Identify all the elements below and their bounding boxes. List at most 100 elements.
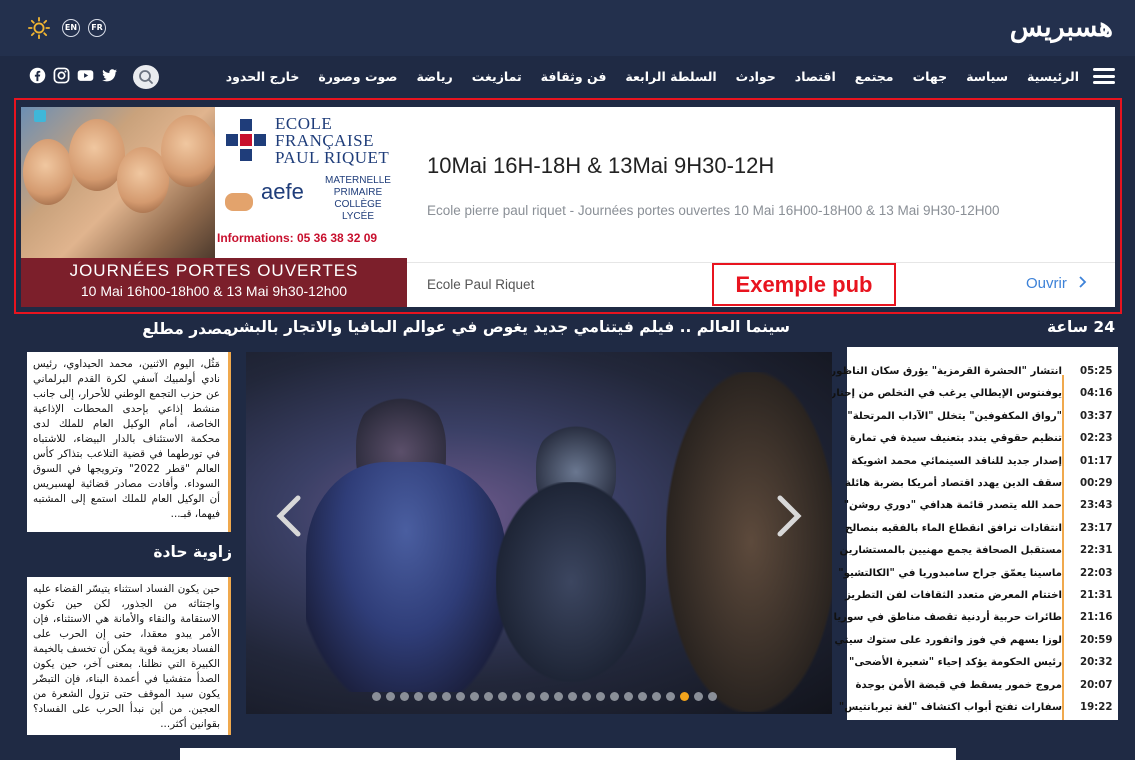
angle-box[interactable]: حين يكون الفساد استثناء يتيسّر القضاء عل… [27,577,231,735]
news-headline[interactable]: تنظيم حقوقي يندد بتعنيف سيدة في تمارة [850,433,1062,444]
featured-title[interactable]: سينما العالم .. فيلم فيتنامي جديد يغوص ف… [229,318,790,336]
site-logo[interactable]: هسبريس [1010,12,1114,43]
section-title-24h[interactable]: 24 ساعة [1047,318,1115,336]
news-headline[interactable]: مروج خمور يسقط في قبضة الأمن بوجدة [856,680,1063,691]
nav-item-11[interactable]: خارج الحدود [226,69,300,84]
nav-item-0[interactable]: الرئيسية [1027,69,1079,84]
slider-dot[interactable] [568,692,577,701]
news-item[interactable]: 22:31 مستقبل الصحافة يجمع مهنيين بالمستشا… [840,541,1118,563]
slider-prev-arrow-icon[interactable] [274,494,304,538]
adchoices-icon[interactable] [34,110,46,122]
news-item[interactable]: 20:59 لوزا يسهم في فوز واتفورد على ستوك س… [834,631,1118,653]
news-headline[interactable]: "رواق المكفوفين" يتخلل "الآداب المرتحلة" [847,411,1062,422]
nav-item-10[interactable]: صوت وصورة [318,69,397,84]
section-title-source[interactable]: مصدر مطلع [60,320,232,338]
news-headline[interactable]: يوفنتوس الإيطالي يرغب في التخلص من إحتار… [817,388,1062,399]
section-title-angle[interactable]: زاوية حادة [60,543,232,561]
slider-dot[interactable] [540,692,549,701]
news-item[interactable]: 20:32 رئيس الحكومة يؤكد إحياء "شعيرة الأض… [847,653,1118,675]
news-headline[interactable]: لوزا يسهم في فوز واتفورد على ستوك سيتي [834,635,1062,646]
slider-dot[interactable] [652,692,661,701]
angle-box-text: حين يكون الفساد استثناء يتيسّر القضاء عل… [33,583,220,730]
slider-dot[interactable] [470,692,479,701]
ad-banner[interactable]: ECOLE FRANÇAISE PAUL RIQUET aefe MATERNE… [21,107,1115,307]
news-time: 05:25 [1080,366,1113,377]
news-headline[interactable]: سفارات تفتح أبواب اكتشاف "لغة تيربانتيس" [839,702,1062,713]
news-item[interactable]: 04:16 يوفنتوس الإيطالي يرغب في التخلص من … [817,384,1118,406]
news-item[interactable]: 20:07 مروج خمور يسقط في قبضة الأمن بوجدة [847,676,1118,698]
nav-item-9[interactable]: رياضة [416,69,452,84]
news-time: 19:22 [1080,702,1113,713]
slider-dot[interactable] [638,692,647,701]
lang-fr-button[interactable]: FR [88,19,106,37]
twitter-icon[interactable] [101,67,118,84]
ad-title[interactable]: 10Mai 16H-18H & 13Mai 9H30-12H [427,153,774,179]
slider-dot[interactable] [442,692,451,701]
facebook-icon[interactable] [29,67,46,84]
nav-item-2[interactable]: جهات [913,69,948,84]
news-headline[interactable]: انتقادات ترافق انقطاع الماء بالفقيه بنصا… [845,523,1062,534]
slider-dot[interactable] [708,692,717,701]
news-item[interactable]: 19:22 سفارات تفتح أبواب اكتشاف "لغة تيربا… [839,698,1118,720]
slider-dot[interactable] [498,692,507,701]
nav-item-5[interactable]: حوادث [736,69,776,84]
news-headline[interactable]: رئيس الحكومة يؤكد إحياء "شعيرة الأضحى" [849,657,1062,668]
ad-image[interactable]: ECOLE FRANÇAISE PAUL RIQUET aefe MATERNE… [21,107,407,307]
menu-hamburger-icon[interactable] [1093,68,1115,84]
slider-dot[interactable] [414,692,423,701]
bottom-ad-strip[interactable] [180,748,956,760]
ad-open-button[interactable]: Ouvrir [1026,275,1089,292]
featured-slider[interactable] [246,352,832,714]
slider-dot[interactable] [512,692,521,701]
nav-item-6[interactable]: السلطة الرابعة [625,69,716,84]
news-time: 04:16 [1080,388,1113,400]
slide-image[interactable] [246,352,832,714]
news-headline[interactable]: حمد الله يتصدر قائمة هدافي "دوري روشن" [844,500,1062,511]
news-item[interactable]: 21:31 اختتام المعرض متعدد الثقافات لفن ال… [845,586,1118,608]
slider-dot[interactable] [680,692,689,701]
search-button[interactable] [133,65,159,89]
slider-dot[interactable] [596,692,605,701]
slider-dot[interactable] [456,692,465,701]
news-headline[interactable]: طائرات حربية أردنية تقصف مناطق في سوريا [834,612,1062,623]
source-box[interactable]: مَثُل، اليوم الاثنين، محمد الحيداوي، رئي… [27,352,231,532]
slider-dot[interactable] [526,692,535,701]
slider-dot[interactable] [400,692,409,701]
slider-dot[interactable] [554,692,563,701]
news-time: 21:31 [1080,590,1113,601]
news-item[interactable]: 00:29 سقف الدين يهدد اقتصاد أمريكا بضربة … [845,474,1118,496]
instagram-icon[interactable] [53,67,70,84]
slider-dot[interactable] [624,692,633,701]
slider-dot[interactable] [666,692,675,701]
news-item[interactable]: 22:03 ماسينا يعمّق جراح سامبدوريا في "الك… [838,564,1118,586]
slider-dot[interactable] [372,692,381,701]
news-item[interactable]: 01:17 إصدار جديد للناقد السينمائي محمد اش… [847,452,1118,474]
theme-toggle-sun-icon[interactable] [28,17,50,39]
news-headline[interactable]: انتشار "الحشرة القرمزية" يؤرق سكان الناظ… [830,366,1062,377]
slider-dot[interactable] [484,692,493,701]
news-headline[interactable]: سقف الدين يهدد اقتصاد أمريكا بضربة هائلة [845,478,1062,489]
slider-next-arrow-icon[interactable] [774,494,804,538]
news-item[interactable]: 03:37 "رواق المكفوفين" يتخلل "الآداب المر… [847,407,1118,429]
nav-item-8[interactable]: تمازيغت [472,69,522,84]
youtube-icon[interactable] [77,67,94,84]
news-item[interactable]: 23:17 انتقادات ترافق انقطاع الماء بالفقيه… [845,519,1118,541]
news-headline[interactable]: مستقبل الصحافة يجمع مهنيين بالمستشارين [840,545,1063,556]
news-item[interactable]: 05:25 انتشار "الحشرة القرمزية" يؤرق سكان … [830,362,1118,384]
nav-item-4[interactable]: اقتصاد [795,69,836,84]
lang-en-button[interactable]: EN [62,19,80,37]
slider-dot[interactable] [386,692,395,701]
news-item[interactable]: 23:43 حمد الله يتصدر قائمة هدافي "دوري رو… [844,496,1118,518]
news-headline[interactable]: ماسينا يعمّق جراح سامبدوريا في "الكالتشي… [838,568,1062,579]
news-item[interactable]: 02:23 تنظيم حقوقي يندد بتعنيف سيدة في تما… [847,429,1118,451]
nav-item-3[interactable]: مجتمع [855,69,894,84]
nav-item-1[interactable]: سياسة [966,69,1008,84]
news-item[interactable]: 21:16 طائرات حربية أردنية تقصف مناطق في س… [834,608,1118,630]
news-headline[interactable]: اختتام المعرض متعدد الثقافات لفن التطريز [845,590,1062,601]
nav-item-7[interactable]: فن وثقافة [541,69,607,84]
slider-dot[interactable] [428,692,437,701]
news-headline[interactable]: إصدار جديد للناقد السينمائي محمد اشويكة [851,456,1062,467]
slider-dot[interactable] [610,692,619,701]
slider-dot[interactable] [694,692,703,701]
slider-dot[interactable] [582,692,591,701]
